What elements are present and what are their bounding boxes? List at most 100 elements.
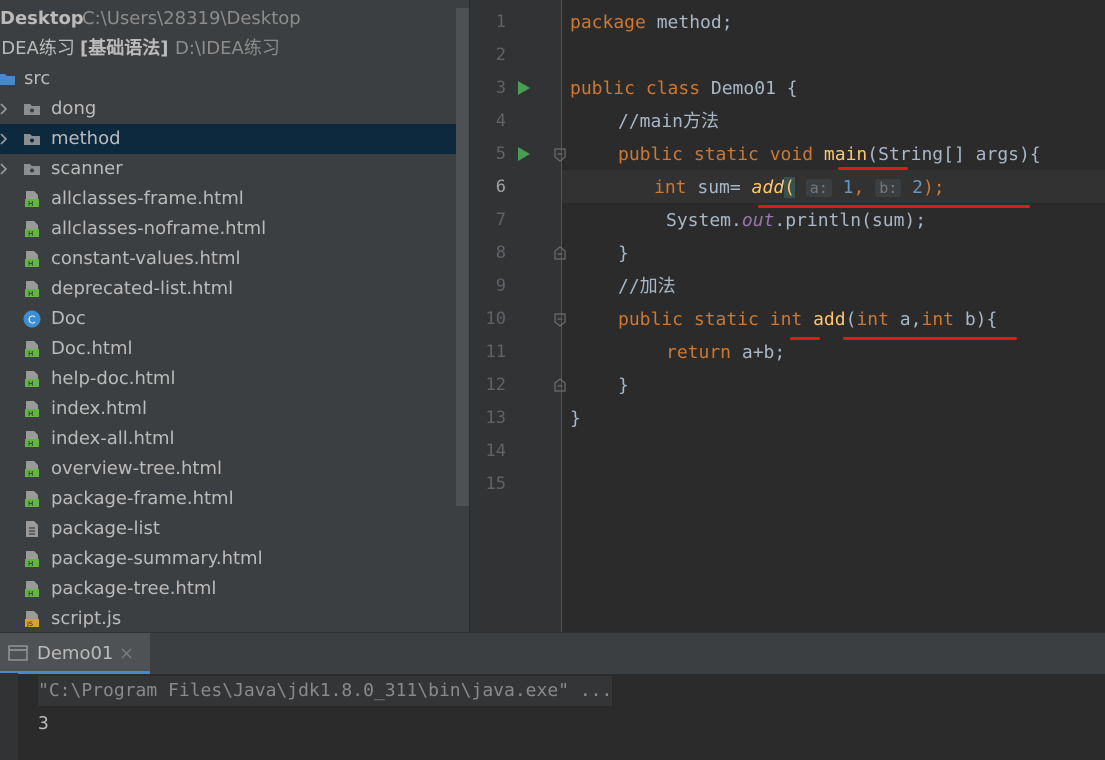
tree-row-dong[interactable]: dong: [0, 94, 469, 124]
text-file-icon: [26, 521, 38, 537]
keyword: package: [570, 12, 646, 33]
project-tree-panel: Desktop C:\Users\28319\Desktop IDEA练习 [基…: [0, 0, 469, 632]
tree-item-path: C:\Users\28319\Desktop: [82, 8, 301, 29]
package-icon: [24, 134, 40, 145]
annotation-underline: [843, 337, 1017, 340]
tree-item-label: Doc: [51, 308, 86, 329]
tree-row-src[interactable]: src: [0, 64, 469, 94]
svg-text:H: H: [28, 470, 33, 478]
tree-row-file[interactable]: H index.html: [0, 394, 469, 424]
method-call: add: [751, 177, 785, 198]
tree-row-desktop[interactable]: Desktop C:\Users\28319\Desktop: [0, 4, 469, 34]
tree-item-label: constant-values.html: [51, 248, 241, 269]
html-file-icon: H: [25, 581, 39, 598]
keyword: int: [654, 177, 687, 198]
tree-item-label: method: [51, 128, 121, 149]
code-line-4[interactable]: //main方法: [618, 105, 719, 138]
code-line-13[interactable]: }: [570, 402, 581, 435]
tree-row-project[interactable]: IDEA练习 [基础语法] D:\IDEA练习: [0, 34, 469, 64]
paren-match: (: [784, 177, 795, 198]
active-tab-indicator: [0, 671, 150, 674]
tree-row-file[interactable]: H help-doc.html: [0, 364, 469, 394]
html-file-icon: H: [25, 221, 39, 238]
line-number: 5: [495, 144, 506, 164]
tree-row-file[interactable]: H overview-tree.html: [0, 454, 469, 484]
chevron-right-icon[interactable]: [0, 124, 11, 154]
tree-row-file[interactable]: H package-frame.html: [0, 484, 469, 514]
run-tab-demo01[interactable]: Demo01 ×: [0, 633, 150, 674]
code-text: (: [845, 309, 857, 330]
tree-row-file[interactable]: H deprecated-list.html: [0, 274, 469, 304]
tree-row-file[interactable]: H package-tree.html: [0, 574, 469, 604]
svg-text:H: H: [28, 260, 33, 268]
code-text: b){: [954, 309, 998, 330]
fold-icon[interactable]: [554, 246, 566, 260]
tree-item-label: src: [24, 68, 51, 89]
svg-text:H: H: [28, 590, 33, 598]
fold-icon[interactable]: [554, 148, 566, 162]
console-command: "C:\Program Files\Java\jdk1.8.0_311\bin\…: [38, 676, 613, 706]
svg-text:JS: JS: [26, 620, 33, 628]
tree-row-file[interactable]: package-list: [0, 514, 469, 544]
annotation-underline: [790, 337, 820, 340]
param-hint: b:: [875, 179, 902, 197]
tree-row-file[interactable]: H package-summary.html: [0, 544, 469, 574]
line-number: 12: [485, 375, 506, 395]
line-number: 3: [495, 78, 506, 98]
svg-text:H: H: [28, 440, 33, 448]
fold-icon[interactable]: [554, 378, 566, 392]
keyword: int: [769, 309, 803, 330]
tree-row-method[interactable]: method: [0, 124, 469, 154]
line-number: 14: [485, 441, 506, 461]
tree-item-label: package-tree.html: [51, 578, 217, 599]
html-file-icon: H: [25, 191, 39, 208]
number-literal: 1: [842, 177, 854, 198]
code-line-9[interactable]: //加法: [618, 270, 676, 303]
tree-row-scanner[interactable]: scanner: [0, 154, 469, 184]
code-line-8[interactable]: }: [618, 237, 629, 270]
tree-row-file[interactable]: H constant-values.html: [0, 244, 469, 274]
code-text: .println(sum);: [774, 210, 927, 231]
code-text: ,: [853, 177, 876, 198]
sidebar-scrollbar[interactable]: [456, 8, 469, 506]
code-line-1[interactable]: package method;: [570, 6, 733, 39]
code-text: sum=: [686, 177, 752, 198]
number-literal: 2: [912, 177, 923, 198]
package-icon: [24, 164, 40, 175]
line-number: 1: [495, 12, 506, 32]
code-line-12[interactable]: }: [618, 369, 629, 402]
code-text: Demo01 {: [700, 78, 798, 99]
code-line-5[interactable]: public static void main(String[] args){: [618, 138, 1041, 171]
code-line-3[interactable]: public class Demo01 {: [570, 72, 798, 105]
chevron-right-icon[interactable]: [0, 94, 11, 124]
param-hint: a:: [805, 179, 832, 197]
code-line-10[interactable]: public static int add(int a,int b){: [618, 303, 997, 336]
keyword: int: [921, 309, 954, 330]
tree-row-file[interactable]: H allclasses-frame.html: [0, 184, 469, 214]
code-text: );: [922, 177, 945, 198]
line-number: 8: [495, 243, 506, 263]
tree-item-label: allclasses-noframe.html: [51, 218, 267, 239]
static-field: out: [741, 210, 775, 231]
tree-row-file[interactable]: H allclasses-noframe.html: [0, 214, 469, 244]
code-text: method;: [645, 12, 733, 33]
tree-row-file[interactable]: H Doc.html: [0, 334, 469, 364]
code-line-7[interactable]: System.out.println(sum);: [666, 204, 926, 237]
run-main-icon[interactable]: [518, 147, 530, 161]
code-line-6[interactable]: int sum= add( a: 1, b: 2);: [654, 171, 945, 204]
console-gutter: [0, 673, 18, 760]
html-file-icon: H: [25, 401, 39, 418]
run-class-icon[interactable]: [518, 81, 530, 95]
chevron-right-icon[interactable]: [0, 154, 11, 184]
html-file-icon: H: [25, 281, 39, 298]
tree-row-class[interactable]: C Doc: [0, 304, 469, 334]
tree-row-file[interactable]: JS script.js: [0, 604, 469, 632]
code-line-11[interactable]: return a+b;: [666, 336, 785, 369]
tree-item-label: index.html: [51, 398, 147, 419]
tree-item-label: index-all.html: [51, 428, 175, 449]
fold-icon[interactable]: [554, 313, 566, 327]
tree-row-file[interactable]: H index-all.html: [0, 424, 469, 454]
svg-text:H: H: [28, 230, 33, 238]
tree-item-label: dong: [51, 98, 97, 119]
close-icon[interactable]: ×: [119, 633, 134, 674]
